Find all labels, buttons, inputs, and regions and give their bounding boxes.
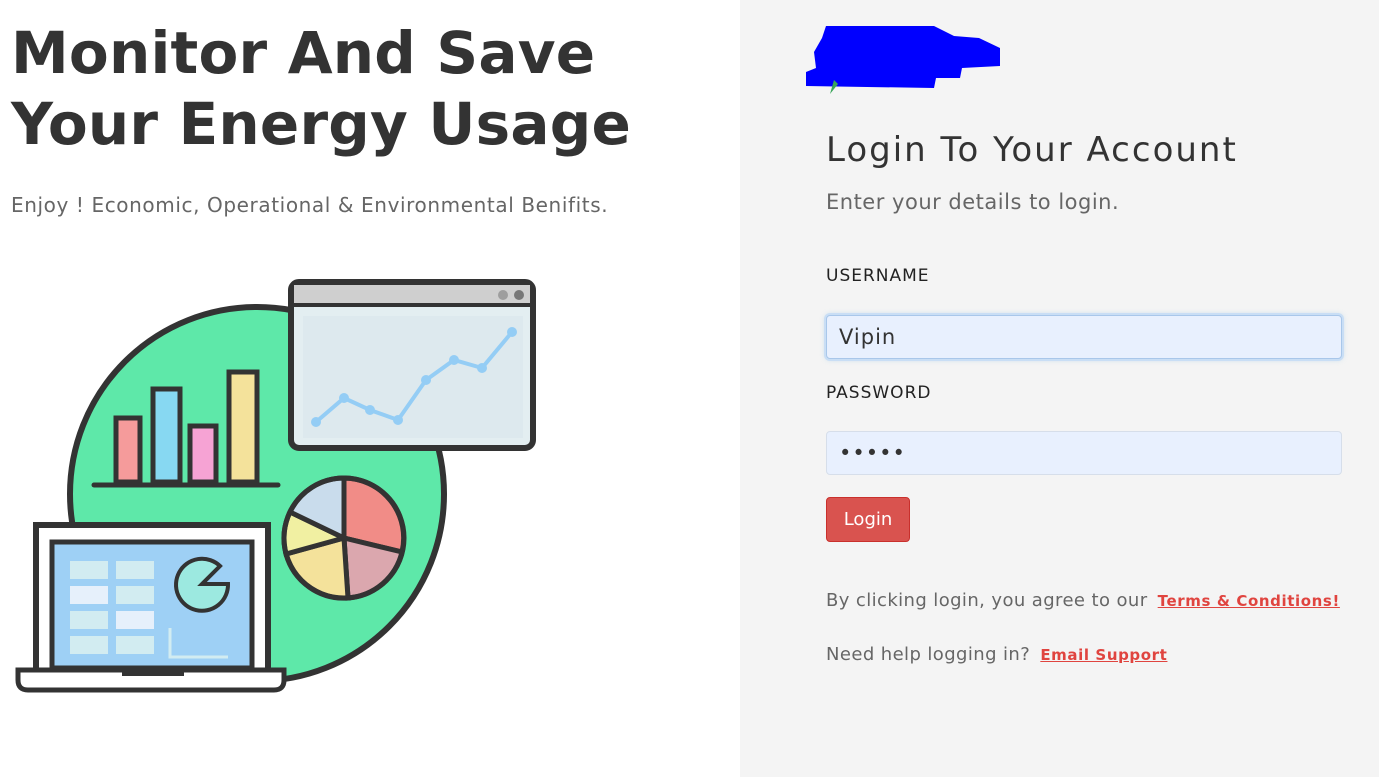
username-label: USERNAME: [826, 266, 930, 286]
password-input[interactable]: [826, 431, 1342, 475]
hero-title-line1: Monitor And Save: [11, 19, 596, 87]
password-label: PASSWORD: [826, 383, 932, 403]
login-button[interactable]: Login: [826, 497, 910, 542]
laptop-icon: [15, 522, 287, 693]
hero-title: Monitor And Save Your Energy Usage: [11, 18, 631, 160]
username-input[interactable]: [826, 315, 1342, 359]
help-text: Need help logging in?: [826, 644, 1031, 665]
line-chart-window-icon: [288, 279, 536, 451]
terms-text: By clicking login, you agree to our: [826, 590, 1148, 611]
login-title: Login To Your Account: [826, 130, 1238, 170]
company-logo: [806, 26, 1000, 94]
terms-link[interactable]: Terms & Conditions!: [1158, 592, 1340, 610]
hero-panel: Monitor And Save Your Energy Usage Enjoy…: [0, 0, 740, 777]
hero-subtitle: Enjoy ! Economic, Operational & Environm…: [11, 193, 609, 217]
analytics-dashboard-illustration: [15, 279, 536, 693]
pie-chart-icon: [281, 475, 407, 601]
login-panel: Login To Your Account Enter your details…: [740, 0, 1379, 777]
help-note: Need help logging in? Email Support: [826, 644, 1167, 665]
terms-note: By clicking login, you agree to our Term…: [826, 590, 1340, 611]
hero-title-line2: Your Energy Usage: [11, 90, 631, 158]
login-subtitle: Enter your details to login.: [826, 190, 1120, 214]
email-support-link[interactable]: Email Support: [1040, 646, 1167, 664]
